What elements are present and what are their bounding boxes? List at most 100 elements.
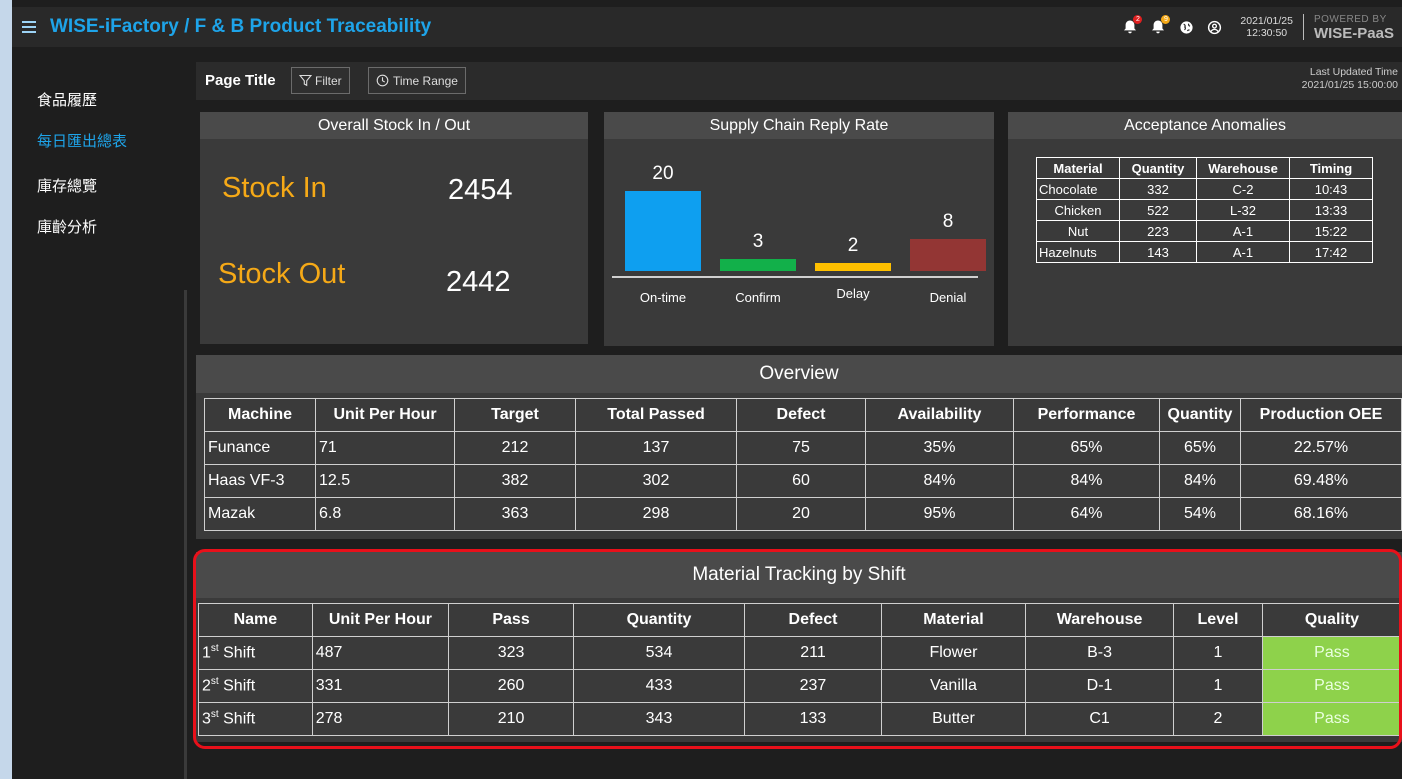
table-cell: 212 bbox=[454, 431, 576, 465]
chart-category-label: Confirm bbox=[735, 290, 781, 305]
table-row: Nut 223 A-1 15:22 bbox=[1036, 220, 1373, 242]
filter-button[interactable]: Filter bbox=[291, 67, 350, 94]
acceptance-anomalies-card: Acceptance Anomalies Material Quantity W… bbox=[1008, 112, 1402, 346]
table-cell: 323 bbox=[448, 636, 574, 670]
stock-card-title: Overall Stock In / Out bbox=[200, 112, 588, 139]
bell-alert-icon[interactable]: 2 bbox=[1120, 15, 1143, 37]
table-cell: 1 bbox=[1173, 636, 1263, 670]
table-cell: Mazak bbox=[204, 497, 316, 531]
table-cell: Chicken bbox=[1036, 199, 1120, 221]
table-cell: 65% bbox=[1013, 431, 1160, 465]
table-cell: Flower bbox=[880, 636, 1027, 670]
table-cell: 223 bbox=[1119, 220, 1197, 242]
shift-name-cell: 2st Shift bbox=[198, 669, 313, 703]
table-cell: 54% bbox=[1159, 497, 1241, 531]
table-cell: 35% bbox=[865, 431, 1014, 465]
table-cell: 84% bbox=[1159, 464, 1241, 498]
page-title: Page Title bbox=[205, 72, 276, 89]
table-cell: B-3 bbox=[1025, 636, 1175, 670]
table-cell: Hazelnuts bbox=[1036, 241, 1120, 263]
overview-table: Machine Unit Per Hour Target Total Passe… bbox=[204, 398, 1402, 531]
table-cell: 12.5 bbox=[315, 464, 455, 498]
table-cell: 143 bbox=[1119, 241, 1197, 263]
table-cell: D-1 bbox=[1025, 669, 1175, 703]
table-cell: A-1 bbox=[1196, 220, 1290, 242]
table-cell: 363 bbox=[454, 497, 576, 531]
chart-bar-on-time bbox=[625, 191, 701, 271]
table-row: 2st Shift 331 260 433 237 Vanilla D-1 1 Pass bbox=[198, 669, 1402, 703]
table-cell: 211 bbox=[744, 636, 882, 670]
table-cell: 2 bbox=[1173, 702, 1263, 736]
user-account-icon[interactable] bbox=[1204, 17, 1224, 37]
column-header: Pass bbox=[448, 603, 574, 637]
anomalies-table: Material Quantity Warehouse Timing Choco… bbox=[1036, 157, 1373, 263]
table-cell: 534 bbox=[572, 636, 746, 670]
table-cell: 137 bbox=[575, 431, 737, 465]
table-row: 3st Shift 278 210 343 133 Butter C1 2 Pass bbox=[198, 702, 1402, 736]
shift-name-cell: 1st Shift bbox=[198, 636, 313, 670]
table-cell: 298 bbox=[575, 497, 737, 531]
window-left-edge bbox=[0, 0, 12, 779]
table-row: Haas VF-3 12.5 382 302 60 84% 84% 84% 69.48% bbox=[204, 464, 1402, 498]
clock-icon bbox=[376, 74, 389, 87]
chart-data-label: 8 bbox=[942, 211, 954, 232]
quality-status-badge: Pass bbox=[1261, 636, 1402, 670]
column-header: Warehouse bbox=[1025, 603, 1175, 637]
column-header: Unit Per Hour bbox=[311, 603, 450, 637]
globe-icon[interactable] bbox=[1176, 17, 1196, 37]
chart-baseline bbox=[612, 276, 978, 278]
column-header: Machine bbox=[204, 398, 316, 432]
chart-category-label: Denial bbox=[929, 290, 967, 305]
time-range-button[interactable]: Time Range bbox=[368, 67, 466, 94]
table-row: Mazak 6.8 363 298 20 95% 64% 54% 68.16% bbox=[204, 497, 1402, 531]
anomalies-header-row: Material Quantity Warehouse Timing bbox=[1036, 157, 1373, 179]
table-cell: 260 bbox=[448, 669, 574, 703]
table-row: Hazelnuts 143 A-1 17:42 bbox=[1036, 241, 1373, 263]
sidebar-item-inventory-overview[interactable]: 庫存總覽 bbox=[37, 175, 97, 196]
table-cell: 343 bbox=[572, 702, 746, 736]
warning-badge-count: 9 bbox=[1161, 15, 1171, 24]
table-cell: C1 bbox=[1025, 702, 1175, 736]
hamburger-menu-icon[interactable] bbox=[22, 21, 36, 33]
chart-category-label: Delay bbox=[836, 286, 870, 301]
overview-section: Overview Machine Unit Per Hour Target To… bbox=[196, 355, 1402, 539]
stock-in-value: 2454 bbox=[448, 174, 513, 206]
table-cell: 433 bbox=[572, 669, 746, 703]
table-cell: 522 bbox=[1119, 199, 1197, 221]
table-cell: 65% bbox=[1159, 431, 1241, 465]
supply-chain-chart-card: Supply Chain Reply Rate 20 On-time 3 Confir… bbox=[604, 112, 994, 346]
table-cell: 331 bbox=[311, 669, 450, 703]
table-cell: C-2 bbox=[1196, 178, 1290, 200]
tracking-table: Name Unit Per Hour Pass Quantity Defect … bbox=[198, 603, 1402, 736]
table-cell: 210 bbox=[448, 702, 574, 736]
table-cell: Funance bbox=[204, 431, 316, 465]
column-header: Target bbox=[454, 398, 576, 432]
table-cell: 10:43 bbox=[1289, 178, 1373, 200]
table-cell: 15:22 bbox=[1289, 220, 1373, 242]
sidebar: 食品履歷 每日匯出總表 庫存總覽 庫齡分析 bbox=[12, 47, 184, 779]
table-cell: 302 bbox=[575, 464, 737, 498]
table-cell: 487 bbox=[311, 636, 450, 670]
time-range-label: Time Range bbox=[393, 73, 458, 88]
overview-header-row: Machine Unit Per Hour Target Total Passe… bbox=[204, 398, 1402, 432]
table-cell: 6.8 bbox=[315, 497, 455, 531]
chart-data-label: 2 bbox=[847, 235, 859, 256]
powered-by-logo: POWERED BY WISE-PaaS bbox=[1313, 14, 1394, 42]
chart-data-label: 3 bbox=[752, 231, 764, 252]
chart-data-label: 20 bbox=[652, 163, 674, 184]
tracking-header-row: Name Unit Per Hour Pass Quantity Defect … bbox=[198, 603, 1402, 637]
top-bar: WISE-iFactory / F & B Product Traceabili… bbox=[12, 7, 1402, 47]
sidebar-item-food-history[interactable]: 食品履歷 bbox=[37, 89, 97, 110]
current-time: 12:30:50 bbox=[1246, 27, 1288, 39]
bell-warning-icon[interactable]: 9 bbox=[1148, 15, 1171, 37]
table-cell: 75 bbox=[736, 431, 866, 465]
chart-bar-confirm bbox=[720, 259, 796, 271]
filter-icon bbox=[299, 74, 312, 87]
header-actions: 2 9 2021/01/25 12:30:50 POWERED BY WISE-… bbox=[1112, 7, 1394, 47]
sidebar-scrollbar[interactable] bbox=[184, 290, 187, 779]
sidebar-item-inventory-age[interactable]: 庫齡分析 bbox=[37, 216, 97, 237]
sidebar-item-daily-export[interactable]: 每日匯出總表 bbox=[37, 130, 127, 151]
table-cell: 64% bbox=[1013, 497, 1160, 531]
material-tracking-section: Material Tracking by Shift Name Unit Per… bbox=[196, 552, 1402, 742]
chart-title: Supply Chain Reply Rate bbox=[604, 112, 994, 139]
